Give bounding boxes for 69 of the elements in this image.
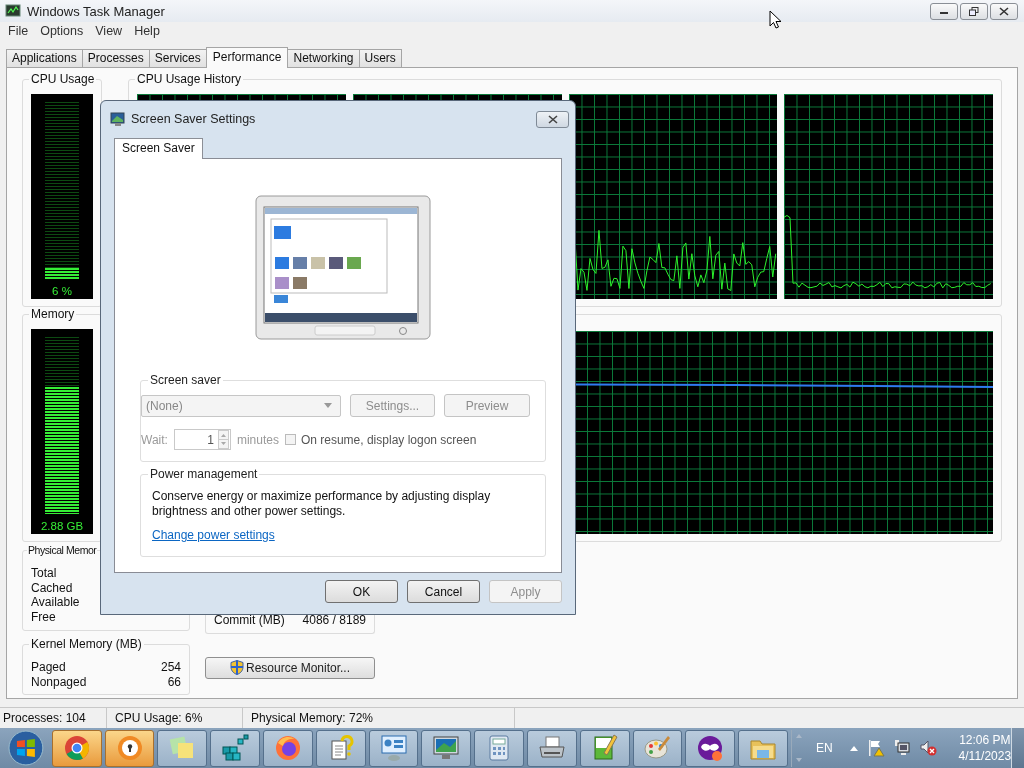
tab[interactable]: Processes (81, 49, 150, 67)
dialog-button[interactable]: Cancel (407, 580, 480, 603)
control-panel-icon (378, 733, 409, 763)
tab[interactable]: Services (148, 49, 207, 67)
stat-value: 4086 / 8189 (302, 613, 366, 628)
tab[interactable]: Performance (205, 47, 289, 68)
description-text: Conserve energy or maximize performance by adjusting display brightness and other power settings. (152, 489, 492, 519)
group-title: Memory (29, 307, 77, 322)
cubes-icon (220, 733, 251, 763)
show-desktop-button[interactable] (1011, 728, 1024, 768)
close-icon (547, 114, 558, 124)
taskbar-button[interactable] (315, 729, 366, 767)
taskbar-button[interactable] (157, 729, 208, 767)
taskbar-button[interactable] (474, 729, 524, 767)
taskbar-button[interactable] (579, 729, 630, 767)
stat-label: Available (31, 595, 80, 611)
scroll-arrows-icon (794, 733, 803, 763)
speaker-muted-icon (918, 739, 937, 757)
shield-icon (229, 660, 244, 676)
close-button[interactable] (990, 2, 1018, 20)
flag-warning-icon (866, 739, 885, 757)
group-title: Kernel Memory (MB) (29, 636, 144, 652)
stat-value: 66 (167, 674, 181, 690)
resource-monitor-button[interactable]: Resource Monitor... (205, 656, 375, 679)
taskbar-button[interactable] (632, 729, 683, 767)
tab[interactable]: Networking (287, 49, 360, 67)
dropdown-arrow-icon (324, 403, 332, 408)
meter-reading: 2.88 GB (31, 518, 93, 534)
group-title: CPU Usage (29, 72, 97, 87)
restore-icon (969, 6, 979, 16)
network-icon (892, 739, 911, 757)
meter-reading: 6 % (31, 283, 93, 299)
menu-item[interactable]: Options (34, 24, 90, 38)
taskbar-button[interactable] (104, 729, 155, 767)
menu-item[interactable]: File (2, 24, 35, 38)
spinner-arrows-icon (217, 430, 229, 449)
stat-label: Nonpaged (31, 674, 87, 690)
menu-item[interactable]: Help (128, 24, 166, 38)
checkbox-label: On resume, display logon screen (300, 432, 477, 447)
wait-label: Wait: (141, 432, 168, 447)
dialog-button[interactable]: OK (325, 580, 398, 603)
cursor-icon (769, 10, 782, 30)
tab[interactable]: Users (358, 49, 402, 67)
stat-label: Cached (31, 580, 73, 596)
window-title: Windows Task Manager (27, 3, 165, 19)
group-title: Physical Memor (27, 543, 98, 558)
menu-item[interactable]: View (89, 24, 129, 38)
show-hidden-icon (848, 744, 859, 752)
group-title: Power management (148, 467, 260, 482)
taskbar-button[interactable] (368, 729, 419, 767)
stat-label: Commit (MB) (214, 613, 285, 628)
restore-button[interactable] (960, 2, 988, 20)
display-settings-icon (110, 111, 126, 127)
dialog-title: Screen Saver Settings (131, 112, 256, 126)
group-title: CPU Usage History (135, 72, 244, 87)
taskbar-button[interactable] (685, 729, 736, 767)
stat-label: Total (31, 566, 57, 581)
tab[interactable]: Screen Saver (114, 138, 203, 159)
taskbar-button[interactable] (527, 729, 577, 767)
stat-label: Paged (31, 659, 66, 675)
power-settings-link[interactable]: Change power settings (152, 528, 275, 542)
minutes-label: minutes (236, 432, 279, 447)
app-icon (5, 4, 21, 18)
close-button[interactable] (536, 110, 569, 128)
stat-label: Free (31, 610, 56, 625)
tab[interactable]: Applications (6, 49, 83, 67)
stat-value: 254 (160, 659, 181, 675)
minimize-button[interactable] (930, 2, 958, 20)
close-icon (999, 6, 1009, 16)
